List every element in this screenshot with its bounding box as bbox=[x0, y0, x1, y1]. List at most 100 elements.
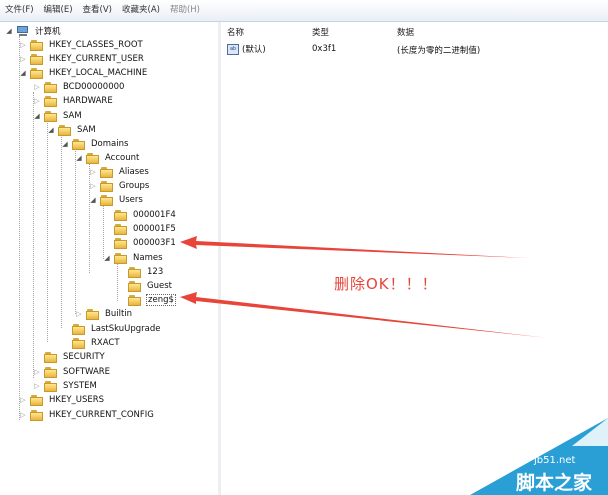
tree-node-label: SAM bbox=[63, 111, 82, 121]
tree-node-bcd[interactable]: ▷ BCD00000000 bbox=[32, 80, 125, 94]
tree-node-system[interactable]: ▷ SYSTEM bbox=[32, 379, 98, 393]
value-row-default[interactable]: ab (默认) bbox=[227, 42, 266, 56]
folder-icon bbox=[128, 294, 142, 306]
tree-node-groups[interactable]: ▷ Groups bbox=[88, 179, 150, 193]
folder-icon bbox=[114, 237, 128, 249]
tree-node-label: Aliases bbox=[119, 167, 149, 177]
tree-node-label: SOFTWARE bbox=[63, 367, 111, 377]
column-header-data[interactable]: 数据 bbox=[397, 26, 414, 38]
folder-icon bbox=[30, 67, 44, 79]
tree-node-label: HKEY_USERS bbox=[49, 395, 105, 405]
tree-node-label: 000003F1 bbox=[133, 238, 176, 248]
tree-node-hkey-current-user[interactable]: ▷ HKEY_CURRENT_USER bbox=[18, 52, 145, 66]
collapsed-arrow-icon[interactable]: ▷ bbox=[32, 367, 42, 377]
tree-node-label: Domains bbox=[91, 139, 129, 149]
menu-bar: 文件(F) 编辑(E) 查看(V) 收藏夹(A) 帮助(H) bbox=[0, 0, 608, 22]
tree-node-label: SECURITY bbox=[63, 352, 105, 362]
tree-node-domains[interactable]: ◢ Domains bbox=[60, 137, 129, 151]
collapsed-arrow-icon[interactable]: ▷ bbox=[18, 395, 28, 405]
value-data: (长度为零的二进制值) bbox=[397, 46, 481, 56]
expanded-arrow-icon[interactable]: ◢ bbox=[74, 153, 84, 163]
values-list[interactable]: 名称 类型 数据 ab (默认) 0x3f1 (长度为零的二进制值) bbox=[221, 22, 608, 495]
menu-view[interactable]: 查看(V) bbox=[78, 0, 117, 21]
tree-node-hkey-classes-root[interactable]: ▷ HKEY_CLASSES_ROOT bbox=[18, 38, 144, 52]
folder-icon bbox=[30, 53, 44, 65]
tree-node-account[interactable]: ◢ Account bbox=[74, 151, 140, 165]
tree-node-label: Groups bbox=[119, 181, 150, 191]
expanded-arrow-icon[interactable]: ◢ bbox=[88, 195, 98, 205]
expanded-arrow-icon[interactable]: ◢ bbox=[102, 253, 112, 263]
menu-edit[interactable]: 编辑(E) bbox=[39, 0, 78, 21]
tree-node-lastskuupgrade[interactable]: LastSkuUpgrade bbox=[60, 322, 162, 336]
tree-node-hkey-local-machine[interactable]: ◢ HKEY_LOCAL_MACHINE bbox=[18, 66, 148, 80]
tree-node-label: SYSTEM bbox=[63, 381, 97, 391]
tree-node-hardware[interactable]: ▷ HARDWARE bbox=[32, 94, 114, 108]
tree-node-000001f5[interactable]: 000001F5 bbox=[102, 222, 177, 236]
tree-node-sam-sub[interactable]: ◢ SAM bbox=[46, 123, 97, 137]
tree-node-guest[interactable]: Guest bbox=[116, 279, 173, 293]
tree-node-label: zeng$ bbox=[146, 294, 176, 306]
expanded-arrow-icon[interactable]: ◢ bbox=[4, 26, 14, 36]
folder-icon bbox=[44, 380, 58, 392]
folder-icon bbox=[114, 209, 128, 221]
folder-icon bbox=[30, 39, 44, 51]
tree-node-label: 计算机 bbox=[35, 27, 61, 37]
folder-icon bbox=[44, 366, 58, 378]
tree-node-label: BCD00000000 bbox=[63, 82, 125, 92]
folder-icon bbox=[44, 81, 58, 93]
tree-node-zeng[interactable]: zeng$ bbox=[116, 293, 176, 307]
tree-node-hkey-current-config[interactable]: ▷ HKEY_CURRENT_CONFIG bbox=[18, 408, 155, 422]
tree-node-builtin[interactable]: ▷ Builtin bbox=[74, 307, 133, 321]
folder-icon bbox=[128, 266, 142, 278]
tree-node-computer[interactable]: ◢ 计算机 bbox=[4, 24, 62, 38]
tree-node-hkey-users[interactable]: ▷ HKEY_USERS bbox=[18, 393, 105, 407]
folder-icon bbox=[100, 194, 114, 206]
tree-node-rxact[interactable]: RXACT bbox=[60, 336, 121, 350]
tree-node-label: 000001F4 bbox=[133, 210, 176, 220]
folder-icon bbox=[114, 252, 128, 264]
tree-node-aliases[interactable]: ▷ Aliases bbox=[88, 165, 150, 179]
tree-node-123[interactable]: 123 bbox=[116, 265, 164, 279]
expanded-arrow-icon[interactable]: ◢ bbox=[18, 68, 28, 78]
folder-icon bbox=[114, 223, 128, 235]
tree-guide bbox=[33, 92, 34, 378]
tree-guide bbox=[75, 149, 76, 314]
collapsed-arrow-icon[interactable]: ▷ bbox=[88, 167, 98, 177]
tree-node-label: Account bbox=[105, 153, 140, 163]
collapsed-arrow-icon[interactable]: ▷ bbox=[18, 40, 28, 50]
folder-icon bbox=[86, 308, 100, 320]
computer-icon bbox=[16, 25, 30, 37]
column-header-name[interactable]: 名称 bbox=[227, 26, 244, 38]
tree-node-000003f1[interactable]: 000003F1 bbox=[102, 236, 177, 250]
tree-node-sam[interactable]: ◢ SAM bbox=[32, 109, 83, 123]
collapsed-arrow-icon[interactable]: ▷ bbox=[88, 181, 98, 191]
tree-node-label: HKEY_CURRENT_USER bbox=[49, 54, 144, 64]
menu-file[interactable]: 文件(F) bbox=[0, 0, 39, 21]
collapsed-arrow-icon[interactable]: ▷ bbox=[32, 82, 42, 92]
tree-node-security[interactable]: SECURITY bbox=[32, 350, 106, 364]
tree-node-software[interactable]: ▷ SOFTWARE bbox=[32, 365, 111, 379]
tree-node-users[interactable]: ◢ Users bbox=[88, 193, 144, 207]
registry-tree[interactable]: ◢ 计算机 ▷ HKEY_CLASSES_ROOT ▷ HKEY_CURRENT… bbox=[0, 22, 219, 495]
tree-node-names[interactable]: ◢ Names bbox=[102, 251, 164, 265]
expanded-arrow-icon[interactable]: ◢ bbox=[60, 139, 70, 149]
collapsed-arrow-icon[interactable]: ▷ bbox=[32, 96, 42, 106]
collapsed-arrow-icon[interactable]: ▷ bbox=[74, 309, 84, 319]
collapsed-arrow-icon[interactable]: ▷ bbox=[18, 54, 28, 64]
tree-node-000001f4[interactable]: 000001F4 bbox=[102, 208, 177, 222]
collapsed-arrow-icon[interactable]: ▷ bbox=[18, 410, 28, 420]
expanded-arrow-icon[interactable]: ◢ bbox=[32, 111, 42, 121]
folder-icon bbox=[30, 394, 44, 406]
expanded-arrow-icon[interactable]: ◢ bbox=[46, 125, 56, 135]
tree-node-label: HKEY_LOCAL_MACHINE bbox=[49, 68, 148, 78]
folder-icon bbox=[44, 351, 58, 363]
column-header-type[interactable]: 类型 bbox=[312, 26, 329, 38]
collapsed-arrow-icon[interactable]: ▷ bbox=[32, 381, 42, 391]
folder-icon bbox=[100, 180, 114, 192]
menu-help[interactable]: 帮助(H) bbox=[165, 0, 205, 21]
menu-favorites[interactable]: 收藏夹(A) bbox=[117, 0, 165, 21]
